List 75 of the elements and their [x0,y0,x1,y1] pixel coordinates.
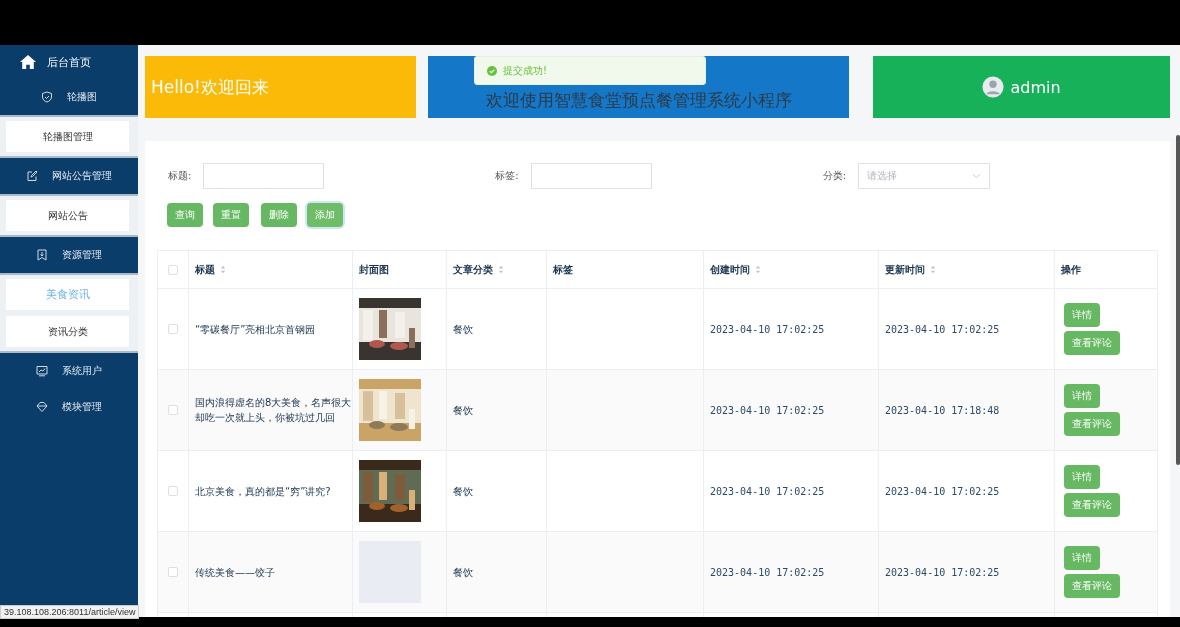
table-cell-text: 传统美食——饺子 [195,565,275,580]
sidebar-item[interactable]: 网站公告 [6,200,129,231]
table-cell-text: 2023-04-10 17:02:25 [710,484,825,499]
table-cell-text: 北京美食，真的都是“穷”讲究? [195,484,331,499]
column-header: 封面图 [359,262,389,277]
row-action-button[interactable]: 查看评论 [1064,412,1120,436]
sidebar-group[interactable]: 资源管理 [0,237,138,273]
table-cell-text: 2023-04-10 17:02:25 [885,565,1000,580]
action-button[interactable]: 重置 [213,203,249,227]
bookmark-icon [36,249,48,261]
filter-label: 标题: [168,169,192,183]
checkbox[interactable] [168,405,178,415]
column-header: 创建时间 [710,262,750,277]
row-action-button[interactable]: 查看评论 [1064,574,1120,598]
column-header: 标签 [553,262,573,277]
row-action-button[interactable]: 查看评论 [1064,331,1120,355]
column-header: 标题 [195,262,215,277]
table-cell-text: 2023-04-10 17:02:25 [710,565,825,580]
scrollbar[interactable] [1176,135,1180,465]
sidebar-item[interactable]: 轮播图管理 [6,121,129,152]
home-icon [19,54,37,70]
row-action-button[interactable]: 详情 [1064,546,1100,570]
banner-text: admin [1010,77,1061,97]
row-action-button[interactable]: 详情 [1064,465,1100,489]
banner-text: 欢迎使用智慧食堂预点餐管理系统小程序 [485,89,792,112]
shield-icon [41,91,53,103]
banner-text: Hello!欢迎回来 [151,75,269,99]
action-button[interactable]: 查询 [167,203,203,227]
column-header: 文章分类 [453,262,493,277]
table-cell-text: 2023-04-10 17:02:25 [885,322,1000,337]
checkbox[interactable] [168,264,178,275]
table-cell-text: 餐饮 [453,565,473,580]
table-cell-text: 2023-04-10 17:02:25 [710,403,825,418]
table-cell-text: 餐饮 [453,322,473,337]
chevron-down-icon [972,173,981,179]
table-cell-text: 2023-04-10 17:18:48 [885,403,1000,418]
sidebar-item[interactable]: 美食资讯 [6,279,129,310]
avatar-icon [982,76,1005,98]
sort-icon[interactable] [498,265,504,274]
checkbox[interactable] [168,486,178,496]
diamond-icon [36,401,48,413]
sidebar-group[interactable]: 模块管理 [0,389,138,425]
table-cell-text: 2023-04-10 17:02:25 [710,322,825,337]
status-url: 39.108.108.206:8011/article/view [0,605,140,619]
sort-icon[interactable] [220,265,226,274]
row-action-button[interactable]: 查看评论 [1064,493,1120,517]
column-header: 操作 [1061,262,1081,277]
checkbox[interactable] [168,567,178,577]
row-action-button[interactable]: 详情 [1064,303,1100,327]
checkbox[interactable] [168,324,178,334]
toast-text: 提交成功! [503,63,547,78]
input-field[interactable] [530,163,652,189]
table-cell-text: 2023-04-10 17:02:25 [885,484,1000,499]
sort-icon[interactable] [755,265,761,274]
input-field[interactable] [203,163,325,189]
sidebar-group[interactable]: 网站公告管理 [0,158,138,194]
sidebar-group[interactable]: 轮播图 [0,79,138,115]
table-cell-text: 国内浪得虚名的8大美食，名声很大却吃一次就上头，你被坑过几回 [195,396,352,425]
sidebar-item[interactable]: 资讯分类 [6,316,129,347]
column-header: 更新时间 [885,262,925,277]
chart-icon [36,365,48,377]
edit-icon [26,170,38,182]
table-cell-text: 餐饮 [453,403,473,418]
sidebar-group[interactable]: 系统用户 [0,353,138,389]
filter-label: 标签: [495,169,519,183]
table-cell-text: 餐饮 [453,484,473,499]
check-circle-icon [487,65,497,76]
row-action-button[interactable]: 详情 [1064,384,1100,408]
action-button[interactable]: 添加 [307,203,343,227]
sort-icon[interactable] [930,265,936,274]
sidebar-home-item[interactable]: 后台首页 [0,45,138,79]
select-field[interactable]: 请选择 [858,163,990,189]
action-button[interactable]: 删除 [261,203,297,227]
table-cell-text: “零碳餐厅”亮相北京首钢园 [195,322,316,337]
filter-label: 分类: [822,169,846,183]
